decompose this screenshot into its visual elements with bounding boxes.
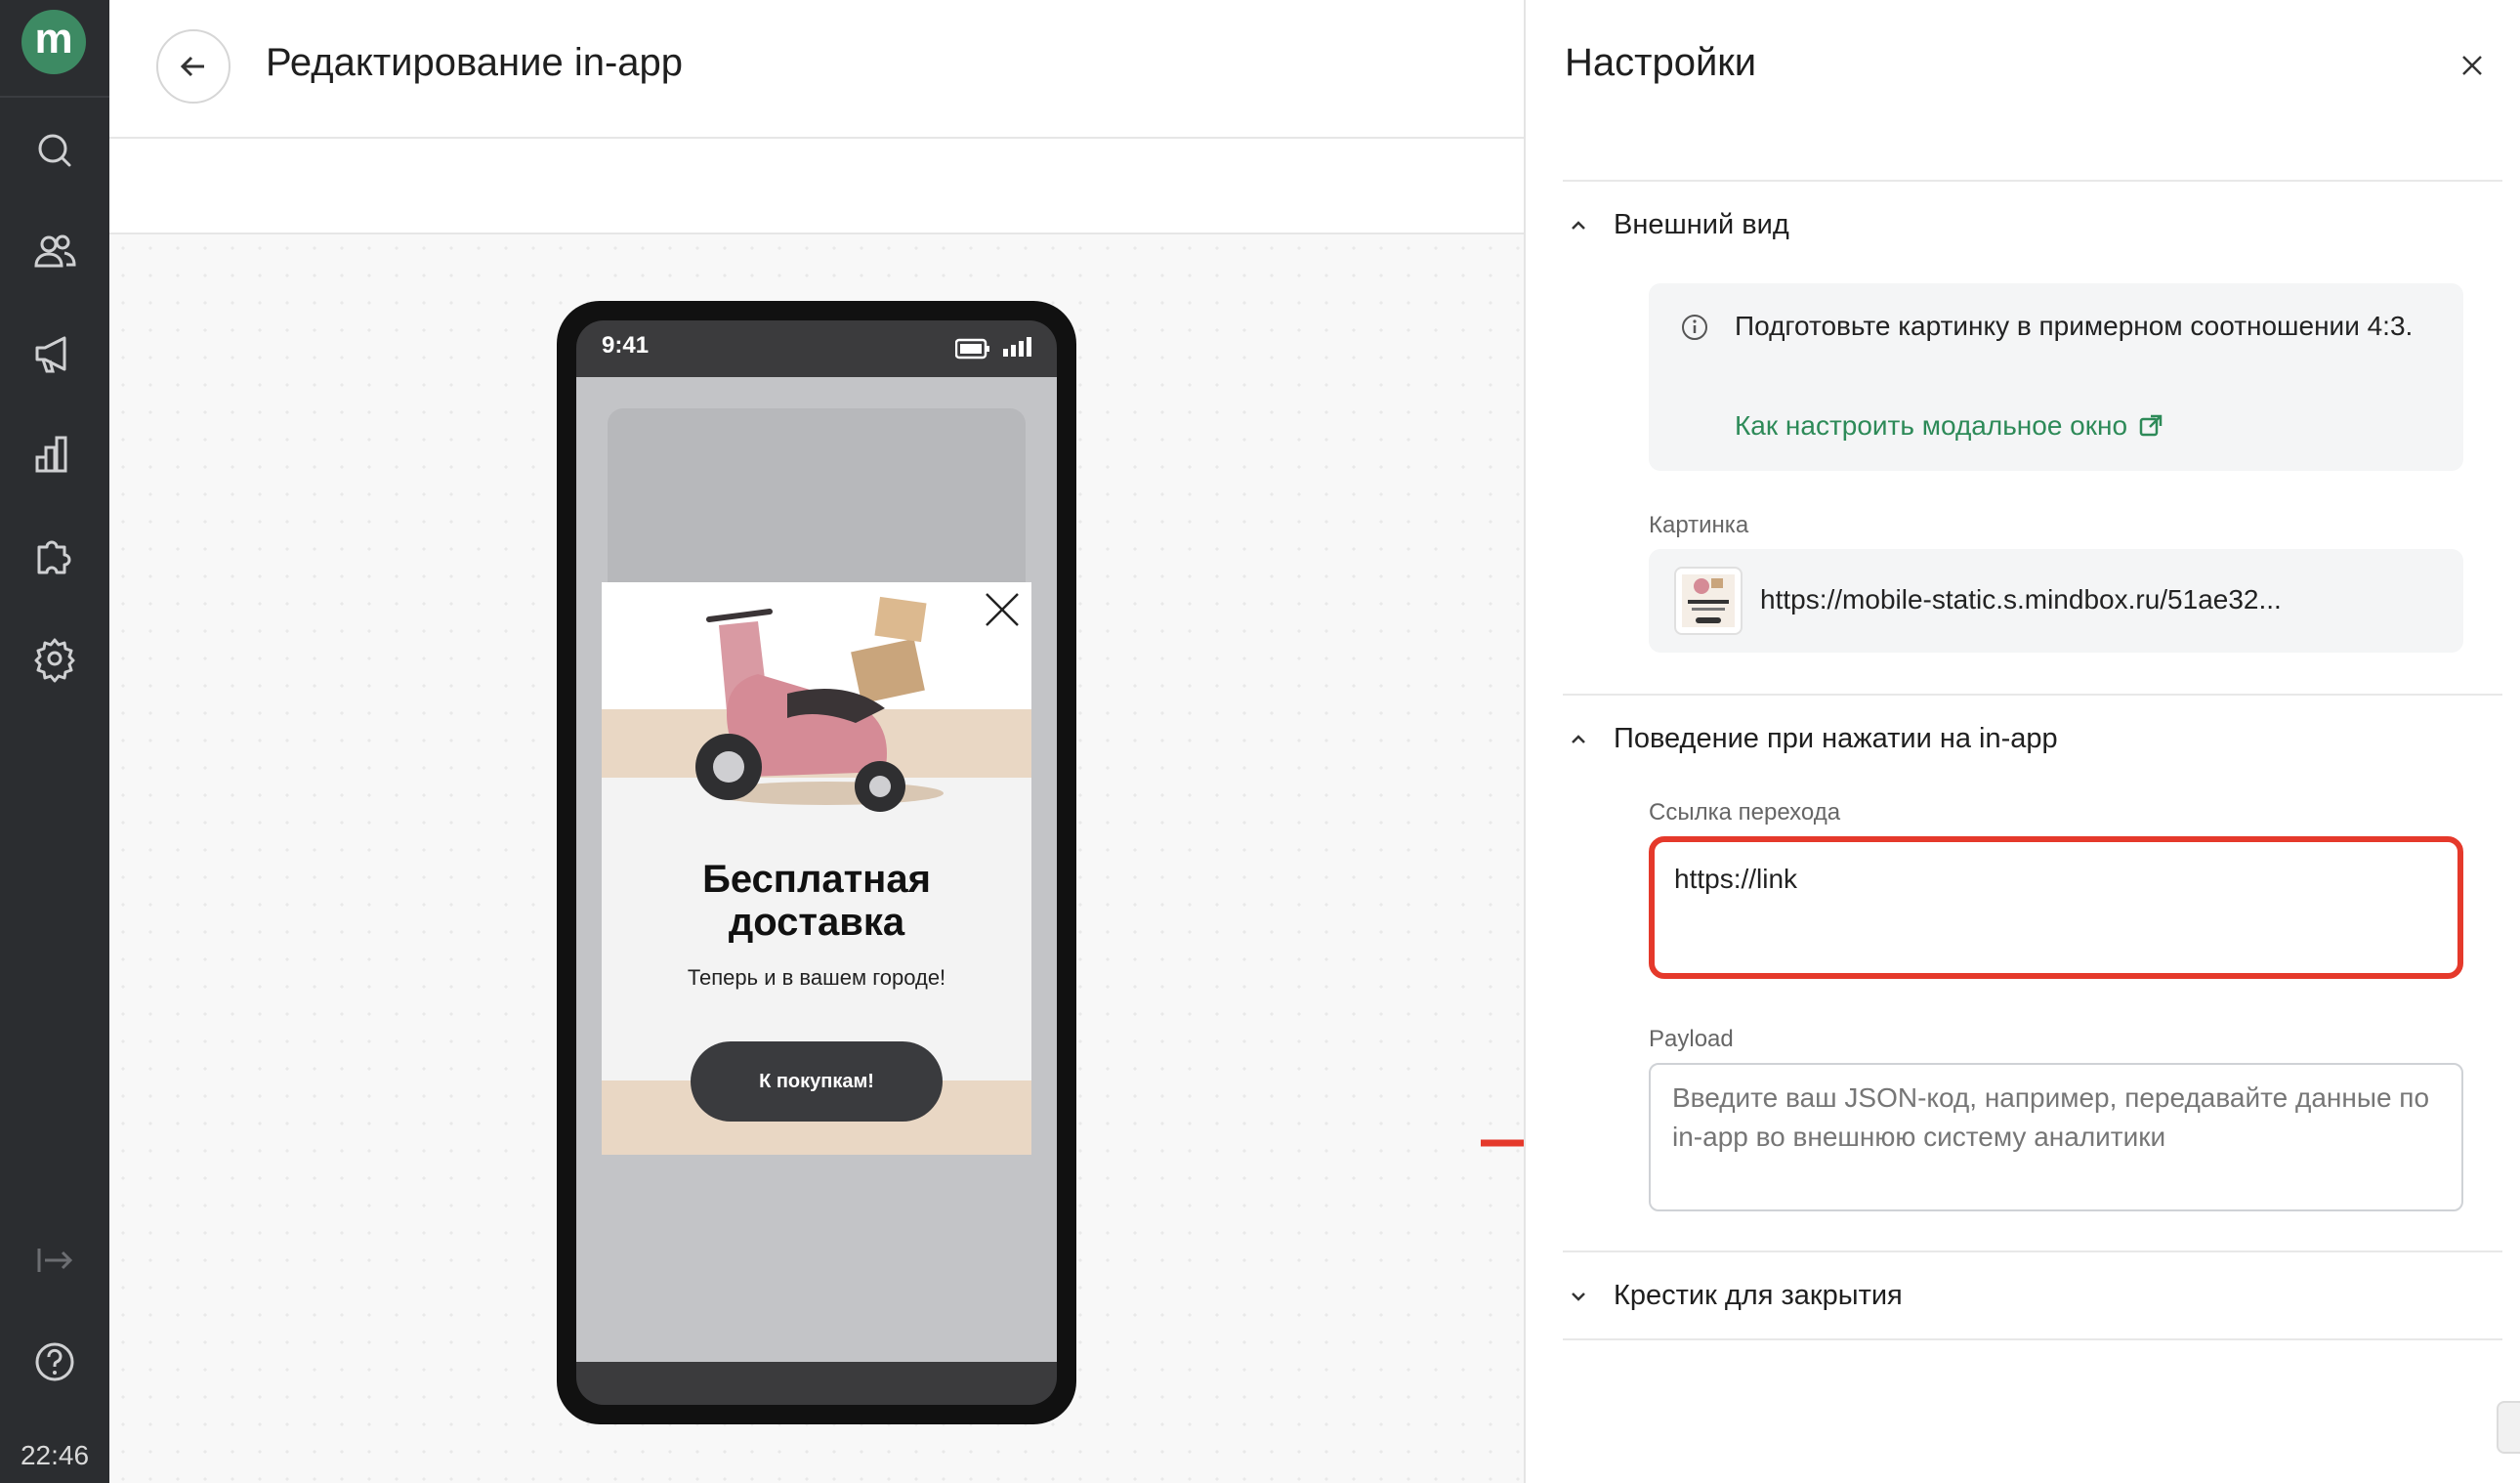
image-url: https://mobile-static.s.mindbox.ru/51ae3… bbox=[1760, 584, 2282, 614]
help-icon[interactable] bbox=[27, 1335, 82, 1389]
arrow-left-icon bbox=[180, 56, 204, 77]
info-icon bbox=[1682, 315, 1707, 340]
battery-icon bbox=[955, 338, 989, 360]
clock-time: 22:46 bbox=[20, 1440, 90, 1470]
payload-input[interactable] bbox=[1649, 1063, 2463, 1211]
phone-bottom-bar bbox=[576, 1362, 1057, 1405]
modal-cta-button[interactable]: К покупкам! bbox=[691, 1041, 943, 1122]
image-field-label: Картинка bbox=[1649, 512, 1749, 538]
modal-title: Бесплатная доставка bbox=[702, 858, 931, 944]
payload-field-label: Payload bbox=[1649, 1026, 1734, 1052]
scooter-image bbox=[695, 596, 944, 812]
search-icon[interactable] bbox=[27, 123, 82, 178]
section-behavior-toggle[interactable]: Поведение при нажатии на in-app bbox=[1565, 723, 2058, 755]
section-appearance-label: Внешний вид bbox=[1614, 209, 1789, 240]
megaphone-icon[interactable] bbox=[27, 326, 82, 381]
section-close-cross-label: Крестик для закрытия bbox=[1614, 1280, 1903, 1311]
divider bbox=[1563, 180, 2502, 182]
settings-panel: Настройки Внешний вид Подготовьте картин… bbox=[1524, 0, 2520, 1483]
sidebar: m 22:46 bbox=[0, 0, 109, 1483]
panel-title: Настройки bbox=[1565, 41, 1757, 84]
section-behavior-label: Поведение при нажатии на in-app bbox=[1614, 723, 2058, 754]
logout-icon[interactable] bbox=[27, 1233, 82, 1288]
chevron-down-icon bbox=[1572, 1292, 1585, 1301]
phone-time: 9:41 bbox=[602, 332, 650, 359]
phone-screen: Бесплатная доставка Теперь и в вашем гор… bbox=[576, 377, 1057, 1362]
phone-status-bar: 9:41 bbox=[576, 320, 1057, 377]
modal-setup-link[interactable]: Как настроить модальное окно bbox=[1735, 410, 2164, 442]
divider bbox=[1563, 1250, 2502, 1252]
close-icon[interactable] bbox=[983, 590, 1022, 629]
link-field-label: Ссылка перехода bbox=[1649, 799, 1841, 826]
back-button[interactable] bbox=[156, 29, 231, 104]
bar-chart-icon[interactable] bbox=[27, 428, 82, 483]
section-appearance-toggle[interactable]: Внешний вид bbox=[1565, 209, 1789, 241]
scroll-handle[interactable] bbox=[2497, 1401, 2520, 1454]
gear-icon[interactable] bbox=[27, 631, 82, 686]
chevron-up-icon bbox=[1572, 220, 1585, 230]
image-thumbnail bbox=[1674, 567, 1743, 635]
mindbox-logo[interactable]: m bbox=[21, 10, 86, 74]
chevron-up-icon bbox=[1572, 734, 1585, 743]
signal-icon bbox=[1003, 337, 1031, 357]
inapp-modal: Бесплатная доставка Теперь и в вашем гор… bbox=[602, 582, 1031, 1155]
toolbar-strip bbox=[109, 139, 1524, 234]
external-link-icon bbox=[2139, 414, 2163, 437]
image-field[interactable]: https://mobile-static.s.mindbox.ru/51ae3… bbox=[1649, 549, 2463, 653]
preview-canvas: 9:41 Бесплатная доставка Теперь и в ваше… bbox=[109, 234, 1686, 1483]
info-text: Подготовьте картинку в примерном соотнош… bbox=[1735, 311, 2414, 341]
info-box: Подготовьте картинку в примерном соотнош… bbox=[1649, 283, 2463, 471]
page-title: Редактирование in-app bbox=[266, 41, 684, 84]
section-close-cross-toggle[interactable]: Крестик для закрытия bbox=[1565, 1280, 1903, 1312]
close-icon[interactable] bbox=[2456, 49, 2489, 82]
divider bbox=[1563, 694, 2502, 696]
users-icon[interactable] bbox=[27, 225, 82, 279]
phone-mockup: 9:41 Бесплатная доставка Теперь и в ваше… bbox=[557, 301, 1076, 1424]
page-header: Редактирование in-app bbox=[109, 0, 1524, 139]
puzzle-icon[interactable] bbox=[27, 530, 82, 584]
modal-subtitle: Теперь и в вашем городе! bbox=[687, 965, 946, 990]
link-input[interactable]: https://link bbox=[1649, 836, 2463, 979]
divider bbox=[1563, 1338, 2502, 1340]
sidebar-divider bbox=[0, 96, 109, 98]
